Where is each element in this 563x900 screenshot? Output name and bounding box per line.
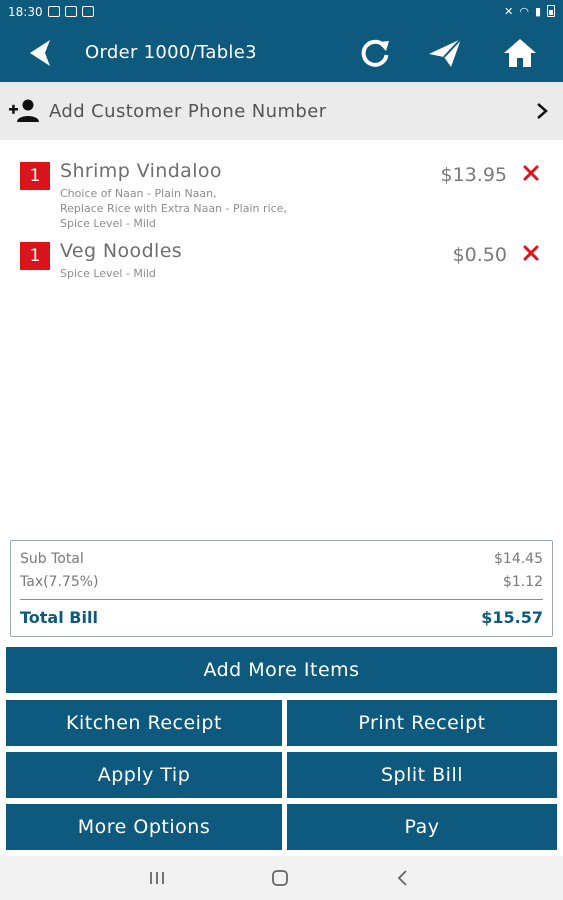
- home-button-icon[interactable]: [270, 868, 290, 888]
- tax-label: Tax(7.75%): [20, 574, 99, 590]
- order-item[interactable]: 1 Shrimp Vindaloo Choice of Naan - Plain…: [0, 150, 563, 230]
- modifier-line: Spice Level - Mild: [60, 217, 156, 230]
- quantity-badge[interactable]: 1: [20, 162, 50, 190]
- home-icon[interactable]: [502, 36, 538, 70]
- item-price: $0.50: [452, 244, 507, 266]
- app-notification-icon: [65, 6, 77, 17]
- signal-icon: ▮: [534, 5, 541, 18]
- add-person-icon: [9, 99, 39, 122]
- page-title: Order 1000/Table3: [85, 42, 257, 63]
- pay-button[interactable]: Pay: [287, 804, 557, 850]
- system-icons: ✕ ◠ ▮: [504, 5, 555, 18]
- order-item[interactable]: 1 Veg Noodles Spice Level - Mild $0.50: [0, 230, 563, 310]
- system-nav-bar: [0, 856, 563, 900]
- total-label: Total Bill: [20, 608, 98, 627]
- modifier-line: Choice of Naan - Plain Naan,: [60, 187, 217, 200]
- total-row: Total Bill $15.57: [20, 608, 543, 627]
- modifier-line: Replace Rice with Extra Naan - Plain ric…: [60, 202, 287, 215]
- recents-icon[interactable]: [147, 868, 167, 888]
- item-modifiers: Spice Level - Mild: [60, 266, 156, 281]
- modifier-line: Spice Level - Mild: [60, 267, 156, 280]
- app-bar: Order 1000/Table3: [0, 24, 563, 82]
- remove-icon[interactable]: [520, 162, 542, 184]
- sub-total-value: $14.45: [494, 551, 543, 567]
- split-bill-button[interactable]: Split Bill: [287, 752, 557, 798]
- battery-icon: [547, 5, 555, 17]
- add-customer-label: Add Customer Phone Number: [49, 101, 327, 122]
- add-more-items-button[interactable]: Add More Items: [6, 647, 557, 693]
- sub-total-label: Sub Total: [20, 551, 84, 567]
- sub-total-row: Sub Total $14.45: [20, 551, 543, 567]
- bill-summary: Sub Total $14.45 Tax(7.75%) $1.12 Total …: [10, 540, 553, 637]
- back-arrow-icon[interactable]: [24, 36, 60, 70]
- quantity-badge[interactable]: 1: [20, 242, 50, 270]
- app-notification-icon: [82, 6, 94, 17]
- tax-row: Tax(7.75%) $1.12: [20, 574, 543, 590]
- divider: [20, 599, 543, 600]
- more-options-button[interactable]: More Options: [6, 804, 282, 850]
- wifi-icon: ◠: [519, 5, 529, 18]
- send-icon[interactable]: [427, 36, 463, 70]
- order-list: 1 Shrimp Vindaloo Choice of Naan - Plain…: [0, 150, 563, 310]
- mute-icon: ✕: [504, 5, 514, 18]
- item-modifiers: Choice of Naan - Plain Naan, Replace Ric…: [60, 186, 287, 231]
- item-name: Veg Noodles: [60, 240, 183, 262]
- remove-icon[interactable]: [520, 242, 542, 264]
- kitchen-receipt-button[interactable]: Kitchen Receipt: [6, 700, 282, 746]
- item-name: Shrimp Vindaloo: [60, 160, 222, 182]
- refresh-icon[interactable]: [357, 36, 393, 70]
- status-time: 18:30: [8, 5, 43, 19]
- tax-value: $1.12: [502, 574, 543, 590]
- total-value: $15.57: [481, 608, 543, 627]
- add-customer-row[interactable]: Add Customer Phone Number: [0, 82, 563, 140]
- back-nav-icon[interactable]: [393, 868, 413, 888]
- chevron-right-icon: [537, 103, 548, 119]
- image-notification-icon: [48, 6, 60, 17]
- item-price: $13.95: [440, 164, 507, 186]
- apply-tip-button[interactable]: Apply Tip: [6, 752, 282, 798]
- status-bar: 18:30 ✕ ◠ ▮: [0, 0, 563, 24]
- notification-icons: [48, 6, 94, 17]
- print-receipt-button[interactable]: Print Receipt: [287, 700, 557, 746]
